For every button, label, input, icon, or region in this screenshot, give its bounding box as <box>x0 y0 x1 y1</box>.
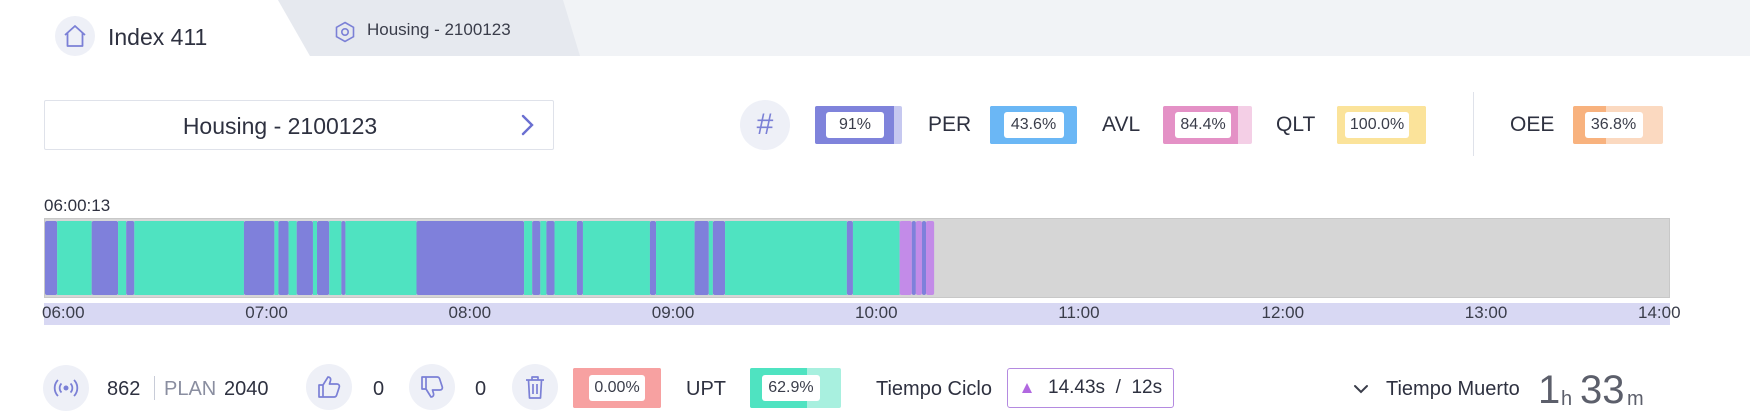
timeline-start-time: 06:00:13 <box>44 196 111 215</box>
good-count: 0 <box>373 378 385 400</box>
timeline-tick-label: 06:00 <box>42 303 85 322</box>
timeline-tick-label: 13:00 <box>1464 303 1508 322</box>
timeline-tick-label: 11:00 <box>1058 303 1100 322</box>
timeline-tick-label: 07:00 <box>245 303 288 322</box>
kpi-qlt: 100.0% <box>1337 106 1426 144</box>
chevron-down-icon[interactable] <box>1352 380 1370 398</box>
timeline-segment-running[interactable] <box>554 221 577 295</box>
thumbs-down-icon[interactable] <box>409 364 455 410</box>
upt-rate-value: 62.9% <box>761 375 820 401</box>
timeline-segment-stopped[interactable] <box>546 221 555 295</box>
cycle-time-label: Tiempo Ciclo <box>876 378 992 400</box>
timeline-segment-stopped[interactable] <box>921 221 927 295</box>
timeline-segment-setup[interactable] <box>899 221 912 295</box>
timeline-tick-label: 12:00 <box>1261 303 1305 322</box>
tab-housing-label[interactable]: Housing - 2100123 <box>367 20 511 40</box>
kpi-label-avl: AVL <box>1102 113 1141 136</box>
timeline-segment-stopped[interactable] <box>712 221 726 295</box>
kpi-value: 100.0% <box>1345 112 1410 138</box>
timeline-segment-stopped[interactable] <box>576 221 583 295</box>
timeline-segment-running[interactable] <box>524 221 533 295</box>
timeline-segment-running[interactable] <box>134 221 244 295</box>
timeline-segment-stopped[interactable] <box>296 221 313 295</box>
timeline-segment-stopped[interactable] <box>126 221 135 295</box>
upt-rate: 62.9% <box>750 368 841 408</box>
part-selector-label: Housing - 2100123 <box>182 113 378 139</box>
kpi-label-oee: OEE <box>1510 113 1555 136</box>
timeline-segment-stopped[interactable] <box>694 221 709 295</box>
timeline-segment-setup[interactable] <box>926 221 935 295</box>
scrap-rate: 0.00% <box>573 368 661 408</box>
timeline-segment-running[interactable] <box>118 221 127 295</box>
trash-icon[interactable] <box>512 364 558 410</box>
produced-count: 862 <box>107 378 141 400</box>
timeline-segment-stopped[interactable] <box>649 221 657 295</box>
timeline-segment-running[interactable] <box>274 221 279 295</box>
plan-value: 2040 <box>224 378 269 400</box>
kpi-value: 91% <box>826 112 885 138</box>
timeline-segment-stopped[interactable] <box>243 221 275 295</box>
production-timeline[interactable] <box>44 218 1670 298</box>
timeline-tick-label: 14:00 <box>1638 303 1681 322</box>
kpi-performance-total: 91% <box>815 106 902 144</box>
downtime-label[interactable]: Tiempo Muerto <box>1386 378 1520 401</box>
timeline-segment-running[interactable] <box>725 221 847 295</box>
divider <box>154 376 155 400</box>
timeline-segments <box>45 221 935 295</box>
kpi-value: 84.4% <box>1175 112 1232 138</box>
timeline-segment-stopped[interactable] <box>532 221 541 295</box>
timeline-segment-stopped[interactable] <box>911 221 916 295</box>
kpi-avl: 84.4% <box>1163 106 1252 144</box>
timeline-tick-label: 09:00 <box>651 303 695 322</box>
chevron-right-icon[interactable] <box>515 113 539 137</box>
bad-count: 0 <box>475 378 487 400</box>
downtime-minutes: 33 <box>1580 368 1625 412</box>
timeline-segment-stopped[interactable] <box>846 221 853 295</box>
cycle-time-box: 14.43s / 12s <box>1007 368 1174 408</box>
timeline-segment-stopped[interactable] <box>317 221 330 295</box>
upt-label: UPT <box>686 378 726 400</box>
timeline-segment-setup[interactable] <box>915 221 922 295</box>
thumbs-up-icon[interactable] <box>306 364 352 410</box>
downtime-hours-unit: h <box>1561 388 1573 410</box>
timeline-segment-running[interactable] <box>582 221 650 295</box>
home-icon[interactable] <box>55 16 95 56</box>
kpi-label-per: PER <box>928 113 972 136</box>
timeline-segment-running[interactable] <box>329 221 342 295</box>
tab-strip: Index 411 Housing - 2100123 <box>0 0 1750 56</box>
triangle-up-icon <box>1022 383 1032 393</box>
part-selector[interactable]: Housing - 2100123 <box>44 100 554 150</box>
kpi-label-qlt: QLT <box>1276 113 1316 136</box>
kpi-divider <box>1473 92 1474 156</box>
kpi-oee: 36.8% <box>1573 106 1663 144</box>
timeline-segment-stopped[interactable] <box>91 221 119 295</box>
kpi-value: 43.6% <box>1003 112 1064 138</box>
kpi-per: 43.6% <box>990 106 1077 144</box>
sensor-icon <box>43 365 89 411</box>
scrap-rate-value: 0.00% <box>589 375 645 401</box>
tab-index-label[interactable]: Index 411 <box>108 24 207 51</box>
cycle-time-value: 14.43s / 12s <box>1048 377 1163 398</box>
timeline-segment-running[interactable] <box>345 221 417 295</box>
hexagon-icon <box>333 20 357 44</box>
plan-label: PLAN <box>164 378 217 400</box>
timeline-segment-running[interactable] <box>312 221 318 295</box>
timeline-segment-running[interactable] <box>656 221 695 295</box>
timeline-segment-stopped[interactable] <box>45 221 58 295</box>
downtime-minutes-unit: m <box>1627 388 1644 410</box>
timeline-segment-stopped[interactable] <box>416 221 525 295</box>
timeline-segment-running[interactable] <box>57 221 92 295</box>
timeline-segment-stopped[interactable] <box>341 221 346 295</box>
hash-icon[interactable]: # <box>740 100 790 150</box>
downtime-hours: 1 <box>1538 368 1561 412</box>
kpi-value: 36.8% <box>1584 112 1643 138</box>
timeline-segment-running[interactable] <box>288 221 297 295</box>
timeline-tick-label: 10:00 <box>855 303 898 322</box>
timeline-segment-running[interactable] <box>708 221 713 295</box>
timeline-tick-label: 08:00 <box>448 303 492 322</box>
timeline-segment-running[interactable] <box>852 221 900 295</box>
timeline-segment-stopped[interactable] <box>278 221 289 295</box>
timeline-segment-running[interactable] <box>540 221 547 295</box>
